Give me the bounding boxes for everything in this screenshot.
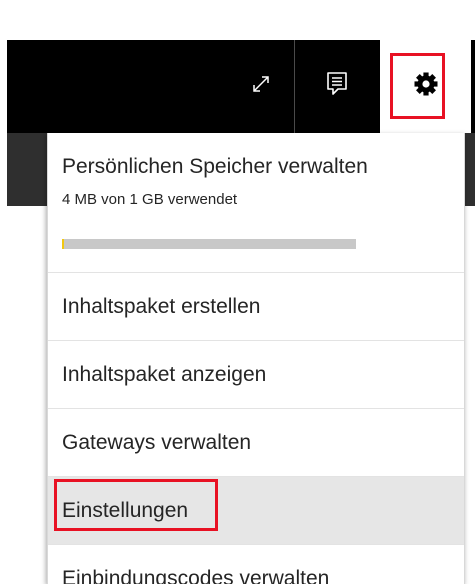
storage-usage-fill [62,239,65,249]
settings-dropdown-menu: Persönlichen Speicher verwalten 4 MB von… [47,133,465,584]
top-toolbar [7,40,475,133]
menu-item-manage-gateways[interactable]: Gateways verwalten [48,409,464,477]
expand-diagonal-icon [250,73,272,100]
menu-item-label: Inhaltspaket erstellen [62,294,261,318]
storage-title: Persönlichen Speicher verwalten [62,155,368,178]
menu-item-view-content-pack[interactable]: Inhaltspaket anzeigen [48,341,464,409]
fullscreen-button[interactable] [229,40,293,133]
menu-item-create-content-pack[interactable]: Inhaltspaket erstellen [48,273,464,341]
menu-item-label: Einstellungen [62,498,189,522]
menu-item-label: Inhaltspaket anzeigen [62,362,267,386]
settings-button[interactable] [380,40,471,133]
feedback-comment-icon [325,71,349,102]
page: Persönlichen Speicher verwalten 4 MB von… [0,0,475,584]
menu-item-settings[interactable]: Einstellungen [48,477,464,545]
feedback-button[interactable] [295,40,379,133]
menu-item-manage-embed-codes[interactable]: Einbindungscodes verwalten [48,545,464,584]
menu-item-label: Gateways verwalten [62,430,252,454]
storage-usage-text: 4 MB von 1 GB verwendet [62,191,238,208]
menu-item-label: Einbindungscodes verwalten [62,566,330,584]
storage-usage-bar [62,239,356,249]
gear-icon [413,71,439,102]
manage-storage-item[interactable]: Persönlichen Speicher verwalten 4 MB von… [48,133,464,273]
